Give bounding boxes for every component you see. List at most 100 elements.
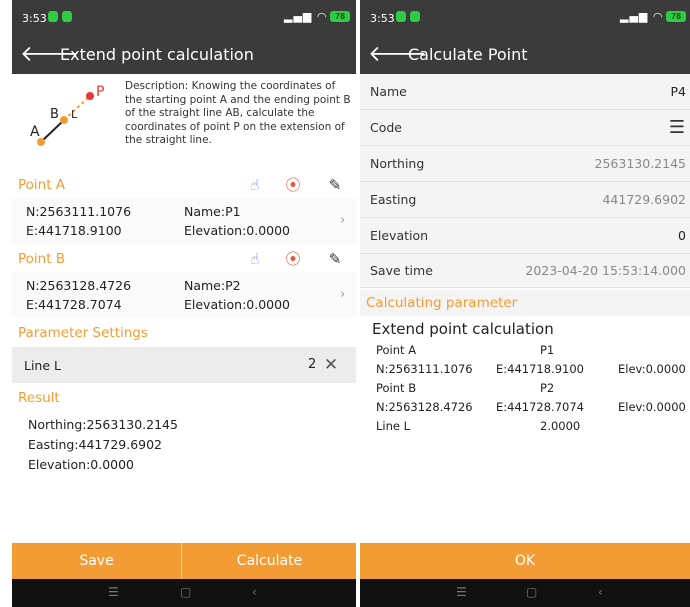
easting-row: Easting 441729.6902 — [360, 182, 690, 218]
point-b-name: Name:P2 — [184, 278, 241, 293]
result-elevation: Elevation:0.0000 — [28, 457, 135, 472]
northing-label: Northing — [370, 156, 425, 171]
point-b-title: Point B — [18, 251, 66, 267]
home-icon[interactable]: ▢ — [180, 585, 191, 599]
edit-icon[interactable]: ✎ — [324, 248, 346, 270]
battery-icon: 78 — [666, 11, 686, 22]
status-time: 3:53 — [370, 12, 395, 25]
diagram-label-p: P — [96, 84, 104, 100]
line-l-row: Line L 2 ✕ — [12, 347, 356, 383]
point-a-northing: N:2563111.1076 — [26, 204, 132, 219]
point-a-name: Name:P1 — [184, 204, 241, 219]
result-header: Result — [12, 385, 356, 411]
notification-icon — [410, 11, 420, 22]
northing-row: Northing 2563130.2145 — [360, 146, 690, 182]
calculate-button[interactable]: Calculate — [183, 543, 356, 579]
point-b-elevation: Elevation:0.0000 — [184, 297, 291, 312]
line-ab — [40, 119, 65, 143]
point-b-info[interactable]: N:2563128.4726 E:441728.7074 Name:P2 Ele… — [12, 272, 356, 318]
calc-point-a-label: Point A — [376, 343, 417, 357]
point-b-dot — [60, 116, 68, 124]
select-point-icon[interactable]: ☝ — [244, 248, 266, 270]
calc-title: Extend point calculation — [372, 320, 554, 338]
name-value: P4 — [670, 84, 687, 99]
extend-line-diagram: P B L A — [30, 84, 104, 146]
location-pin-icon[interactable]: ⦿ — [282, 174, 304, 196]
notification-icon — [48, 11, 58, 22]
calc-point-a-elevation: Elev:0.0000 — [618, 362, 686, 376]
elevation-label: Elevation — [370, 228, 429, 243]
back-nav-icon[interactable]: ‹ — [252, 585, 257, 599]
point-a-elevation: Elevation:0.0000 — [184, 223, 291, 238]
menu-icon[interactable]: ☰ — [456, 585, 467, 599]
result-northing: Northing:2563130.2145 — [28, 417, 178, 432]
calc-point-b-elevation: Elev:0.0000 — [618, 400, 686, 414]
location-pin-icon[interactable]: ⦿ — [282, 248, 304, 270]
action-bar: Save Calculate — [12, 543, 356, 579]
menu-icon[interactable]: ☰ — [108, 585, 119, 599]
diagram-label-b: B — [50, 107, 59, 122]
page-title: Calculate Point — [408, 45, 528, 64]
app-bar: 🡐 Extend point calculation — [12, 36, 356, 74]
signal-icon: ▂▄▆ ◠ — [620, 10, 664, 23]
point-b-easting: E:441728.7074 — [26, 297, 122, 312]
calc-line-l-value: 2.0000 — [540, 419, 581, 433]
calculate-point-screen: 3:53 ▂▄▆ ◠ 78 🡐 Calculate Point Name P4 … — [360, 0, 690, 607]
elevation-value: 0 — [678, 228, 686, 243]
calc-point-a-northing: N:2563111.1076 — [376, 362, 473, 376]
parameter-settings-header: Parameter Settings — [12, 320, 356, 346]
ok-button[interactable]: OK — [360, 543, 690, 579]
action-bar: OK — [360, 543, 690, 579]
system-nav-bar: ☰ ▢ ‹ — [360, 579, 690, 607]
line-l-input[interactable]: 2 — [308, 357, 316, 372]
back-nav-icon[interactable]: ‹ — [598, 585, 603, 599]
home-icon[interactable]: ▢ — [526, 585, 537, 599]
point-a-header: Point A ☝ ⦿ ✎ — [12, 172, 356, 198]
system-nav-bar: ☰ ▢ ‹ — [12, 579, 356, 607]
point-b-header: Point B ☝ ⦿ ✎ — [12, 246, 356, 272]
code-list-icon[interactable]: ☰ — [666, 117, 688, 139]
point-a-easting: E:441718.9100 — [26, 223, 122, 238]
description-text: Description: Knowing the coordinates of … — [125, 80, 351, 146]
status-bar: 3:53 ▂▄▆ ◠ 78 — [12, 0, 356, 36]
save-time-label: Save time — [370, 263, 433, 278]
point-a-title: Point A — [18, 177, 66, 193]
extend-point-screen: 3:53 ▂▄▆ ◠ 78 🡐 Extend point calculation… — [12, 0, 356, 607]
point-a-info[interactable]: N:2563111.1076 E:441718.9100 Name:P1 Ele… — [12, 198, 356, 244]
calc-point-b-name: P2 — [540, 381, 555, 395]
save-time-row: Save time 2023-04-20 15:53:14.000 — [360, 254, 690, 288]
easting-value: 441729.6902 — [602, 192, 686, 207]
easting-label: Easting — [370, 192, 417, 207]
clear-icon[interactable]: ✕ — [320, 354, 342, 376]
calc-point-b-northing: N:2563128.4726 — [376, 400, 473, 414]
calc-point-b-easting: E:441728.7074 — [496, 400, 584, 414]
save-button[interactable]: Save — [12, 543, 182, 579]
chevron-right-icon: › — [340, 213, 346, 228]
diagram-label-l: L — [71, 108, 78, 121]
chevron-right-icon: › — [340, 287, 346, 302]
save-time-value: 2023-04-20 15:53:14.000 — [525, 263, 686, 278]
notification-icon — [62, 11, 72, 22]
result-easting: Easting:441729.6902 — [28, 437, 163, 452]
page-title: Extend point calculation — [60, 45, 254, 64]
signal-icon: ▂▄▆ ◠ — [284, 10, 328, 23]
edit-icon[interactable]: ✎ — [324, 174, 346, 196]
select-point-icon[interactable]: ☝ — [244, 174, 266, 196]
app-bar: 🡐 Calculate Point — [360, 36, 690, 74]
name-row: Name P4 — [360, 74, 690, 110]
point-p-dot — [86, 92, 94, 100]
calc-line-l-label: Line L — [376, 419, 411, 433]
code-label: Code — [370, 120, 403, 135]
notification-icon — [396, 11, 406, 22]
diagram-label-a: A — [30, 124, 40, 140]
battery-icon: 78 — [330, 11, 350, 22]
northing-value: 2563130.2145 — [594, 156, 686, 171]
status-bar: 3:53 ▂▄▆ ◠ 78 — [360, 0, 690, 36]
line-l-label: Line L — [24, 358, 61, 373]
calc-point-b-label: Point B — [376, 381, 417, 395]
calc-point-a-name: P1 — [540, 343, 555, 357]
elevation-row: Elevation 0 — [360, 218, 690, 254]
calculating-parameter-header: Calculating parameter — [360, 290, 690, 316]
status-time: 3:53 — [22, 12, 47, 25]
calc-point-a-easting: E:441718.9100 — [496, 362, 584, 376]
